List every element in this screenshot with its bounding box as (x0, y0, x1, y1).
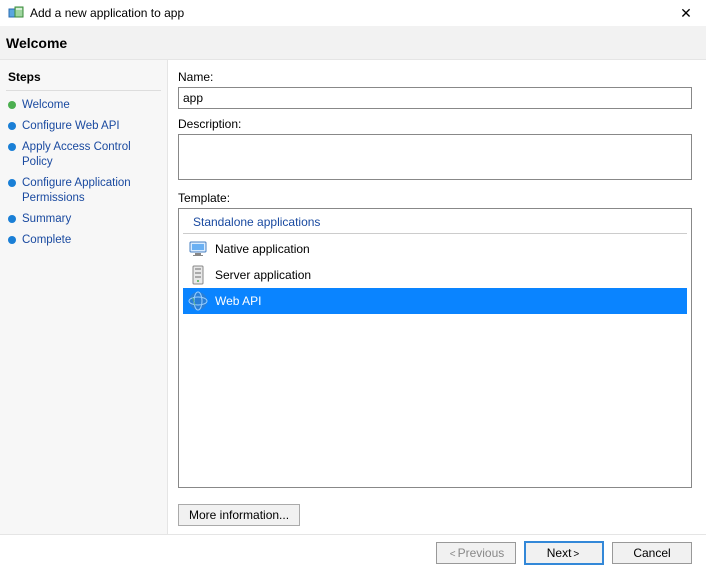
step-item-4[interactable]: Summary (6, 209, 161, 230)
steps-header: Steps (6, 66, 161, 91)
monitor-icon (187, 238, 209, 260)
template-item-label: Web API (215, 294, 261, 308)
name-label: Name: (178, 70, 692, 84)
body: Steps Welcome Configure Web API Apply Acce… (0, 60, 706, 535)
step-bullet-icon (8, 143, 16, 151)
step-bullet-icon (8, 215, 16, 223)
step-label: Summary (22, 212, 71, 227)
description-label: Description: (178, 117, 692, 131)
previous-label: Previous (458, 546, 505, 560)
step-bullet-icon (8, 122, 16, 130)
step-item-2[interactable]: Apply Access Control Policy (6, 137, 161, 173)
header-band: Welcome (0, 26, 706, 60)
template-group-header: Standalone applications (183, 213, 687, 234)
chevron-right-icon: > (573, 549, 579, 560)
template-item-server-application[interactable]: Server application (183, 262, 687, 288)
next-label: Next (547, 546, 572, 560)
footer: <Previous Next> Cancel (0, 535, 706, 571)
server-icon (187, 264, 209, 286)
template-item-native-application[interactable]: Native application (183, 236, 687, 262)
next-button[interactable]: Next> (524, 541, 604, 565)
step-item-1[interactable]: Configure Web API (6, 116, 161, 137)
description-input[interactable] (178, 134, 692, 180)
close-icon: ✕ (680, 5, 692, 22)
step-item-5[interactable]: Complete (6, 230, 161, 251)
step-bullet-icon (8, 179, 16, 187)
step-item-3[interactable]: Configure Application Permissions (6, 173, 161, 209)
step-label: Configure Application Permissions (22, 176, 159, 206)
template-item-web-api[interactable]: Web API (183, 288, 687, 314)
sidebar: Steps Welcome Configure Web API Apply Acce… (0, 60, 168, 534)
template-list[interactable]: Standalone applications Native applicati… (178, 208, 692, 488)
cancel-button[interactable]: Cancel (612, 542, 692, 564)
template-item-label: Server application (215, 268, 311, 282)
window-title: Add a new application to app (30, 6, 674, 20)
more-information-button[interactable]: More information... (178, 504, 300, 526)
app-icon (8, 5, 24, 21)
step-label: Apply Access Control Policy (22, 140, 159, 170)
template-label: Template: (178, 191, 692, 205)
close-button[interactable]: ✕ (674, 3, 698, 23)
step-item-0[interactable]: Welcome (6, 95, 161, 116)
template-item-label: Native application (215, 242, 310, 256)
step-label: Configure Web API (22, 119, 120, 134)
previous-button: <Previous (436, 542, 516, 564)
step-bullet-icon (8, 101, 16, 109)
step-bullet-icon (8, 236, 16, 244)
page-title: Welcome (6, 35, 67, 51)
step-label: Welcome (22, 98, 70, 113)
chevron-left-icon: < (450, 549, 456, 560)
main-panel: Name: Description: Template: Standalone … (168, 60, 706, 534)
step-label: Complete (22, 233, 71, 248)
name-input[interactable] (178, 87, 692, 109)
globe-icon (187, 290, 209, 312)
titlebar: Add a new application to app ✕ (0, 0, 706, 26)
